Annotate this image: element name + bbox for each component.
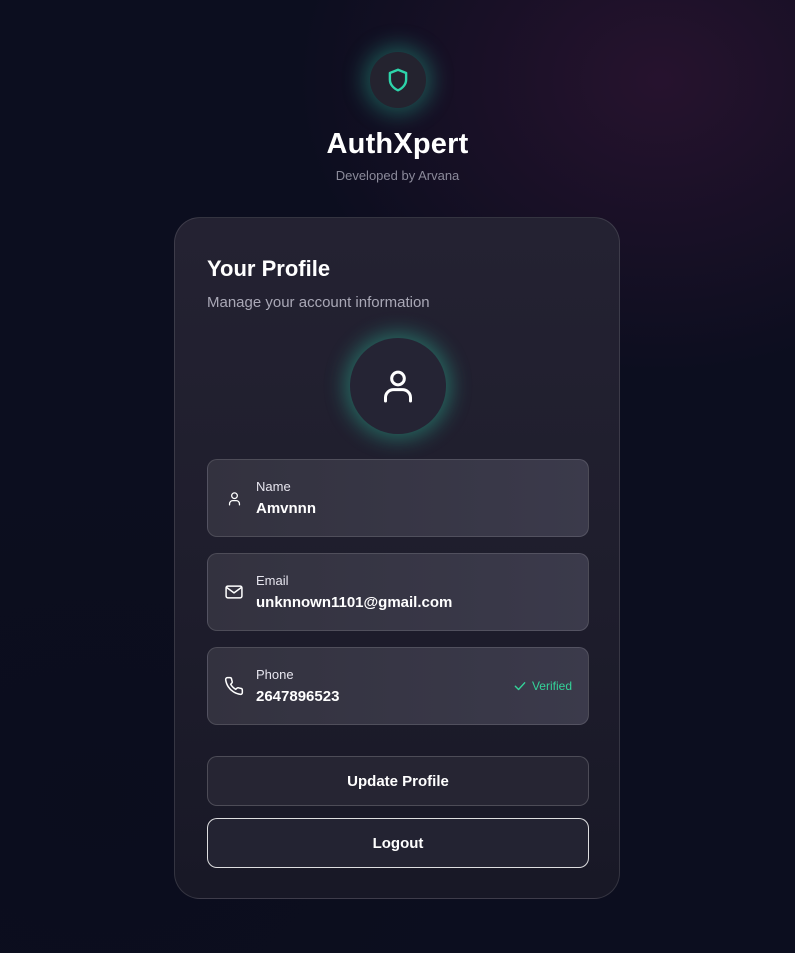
avatar (350, 338, 446, 434)
phone-label: Phone (256, 667, 294, 682)
brand-subtitle: Developed by Arvana (335, 168, 460, 183)
phone-icon (224, 676, 244, 696)
verified-badge: Verified (513, 679, 572, 693)
mail-icon (224, 582, 244, 602)
name-value: Amvnnn (256, 500, 316, 517)
user-icon (224, 488, 244, 508)
name-field: Name Amvnnn (207, 459, 589, 537)
email-value: unknnown1101@gmail.com (256, 594, 453, 611)
phone-value: 2647896523 (256, 688, 340, 705)
profile-card: Your Profile Manage your account informa… (174, 217, 620, 899)
profile-title: Your Profile (207, 256, 331, 281)
check-icon (514, 682, 526, 691)
phone-field: Phone 2647896523 Verified (207, 647, 589, 725)
update-profile-button[interactable]: Update Profile (207, 756, 589, 806)
brand-logo (370, 52, 426, 108)
verified-label: Verified (531, 679, 572, 693)
email-label: Email (256, 573, 289, 588)
brand-title: AuthXpert (326, 128, 469, 160)
user-icon (384, 370, 412, 403)
profile-subtitle: Manage your account information (207, 294, 430, 311)
email-field: Email unknnown1101@gmail.com (207, 553, 589, 631)
logout-button[interactable]: Logout (207, 818, 589, 868)
name-label: Name (256, 479, 291, 494)
shield-icon (388, 68, 408, 92)
